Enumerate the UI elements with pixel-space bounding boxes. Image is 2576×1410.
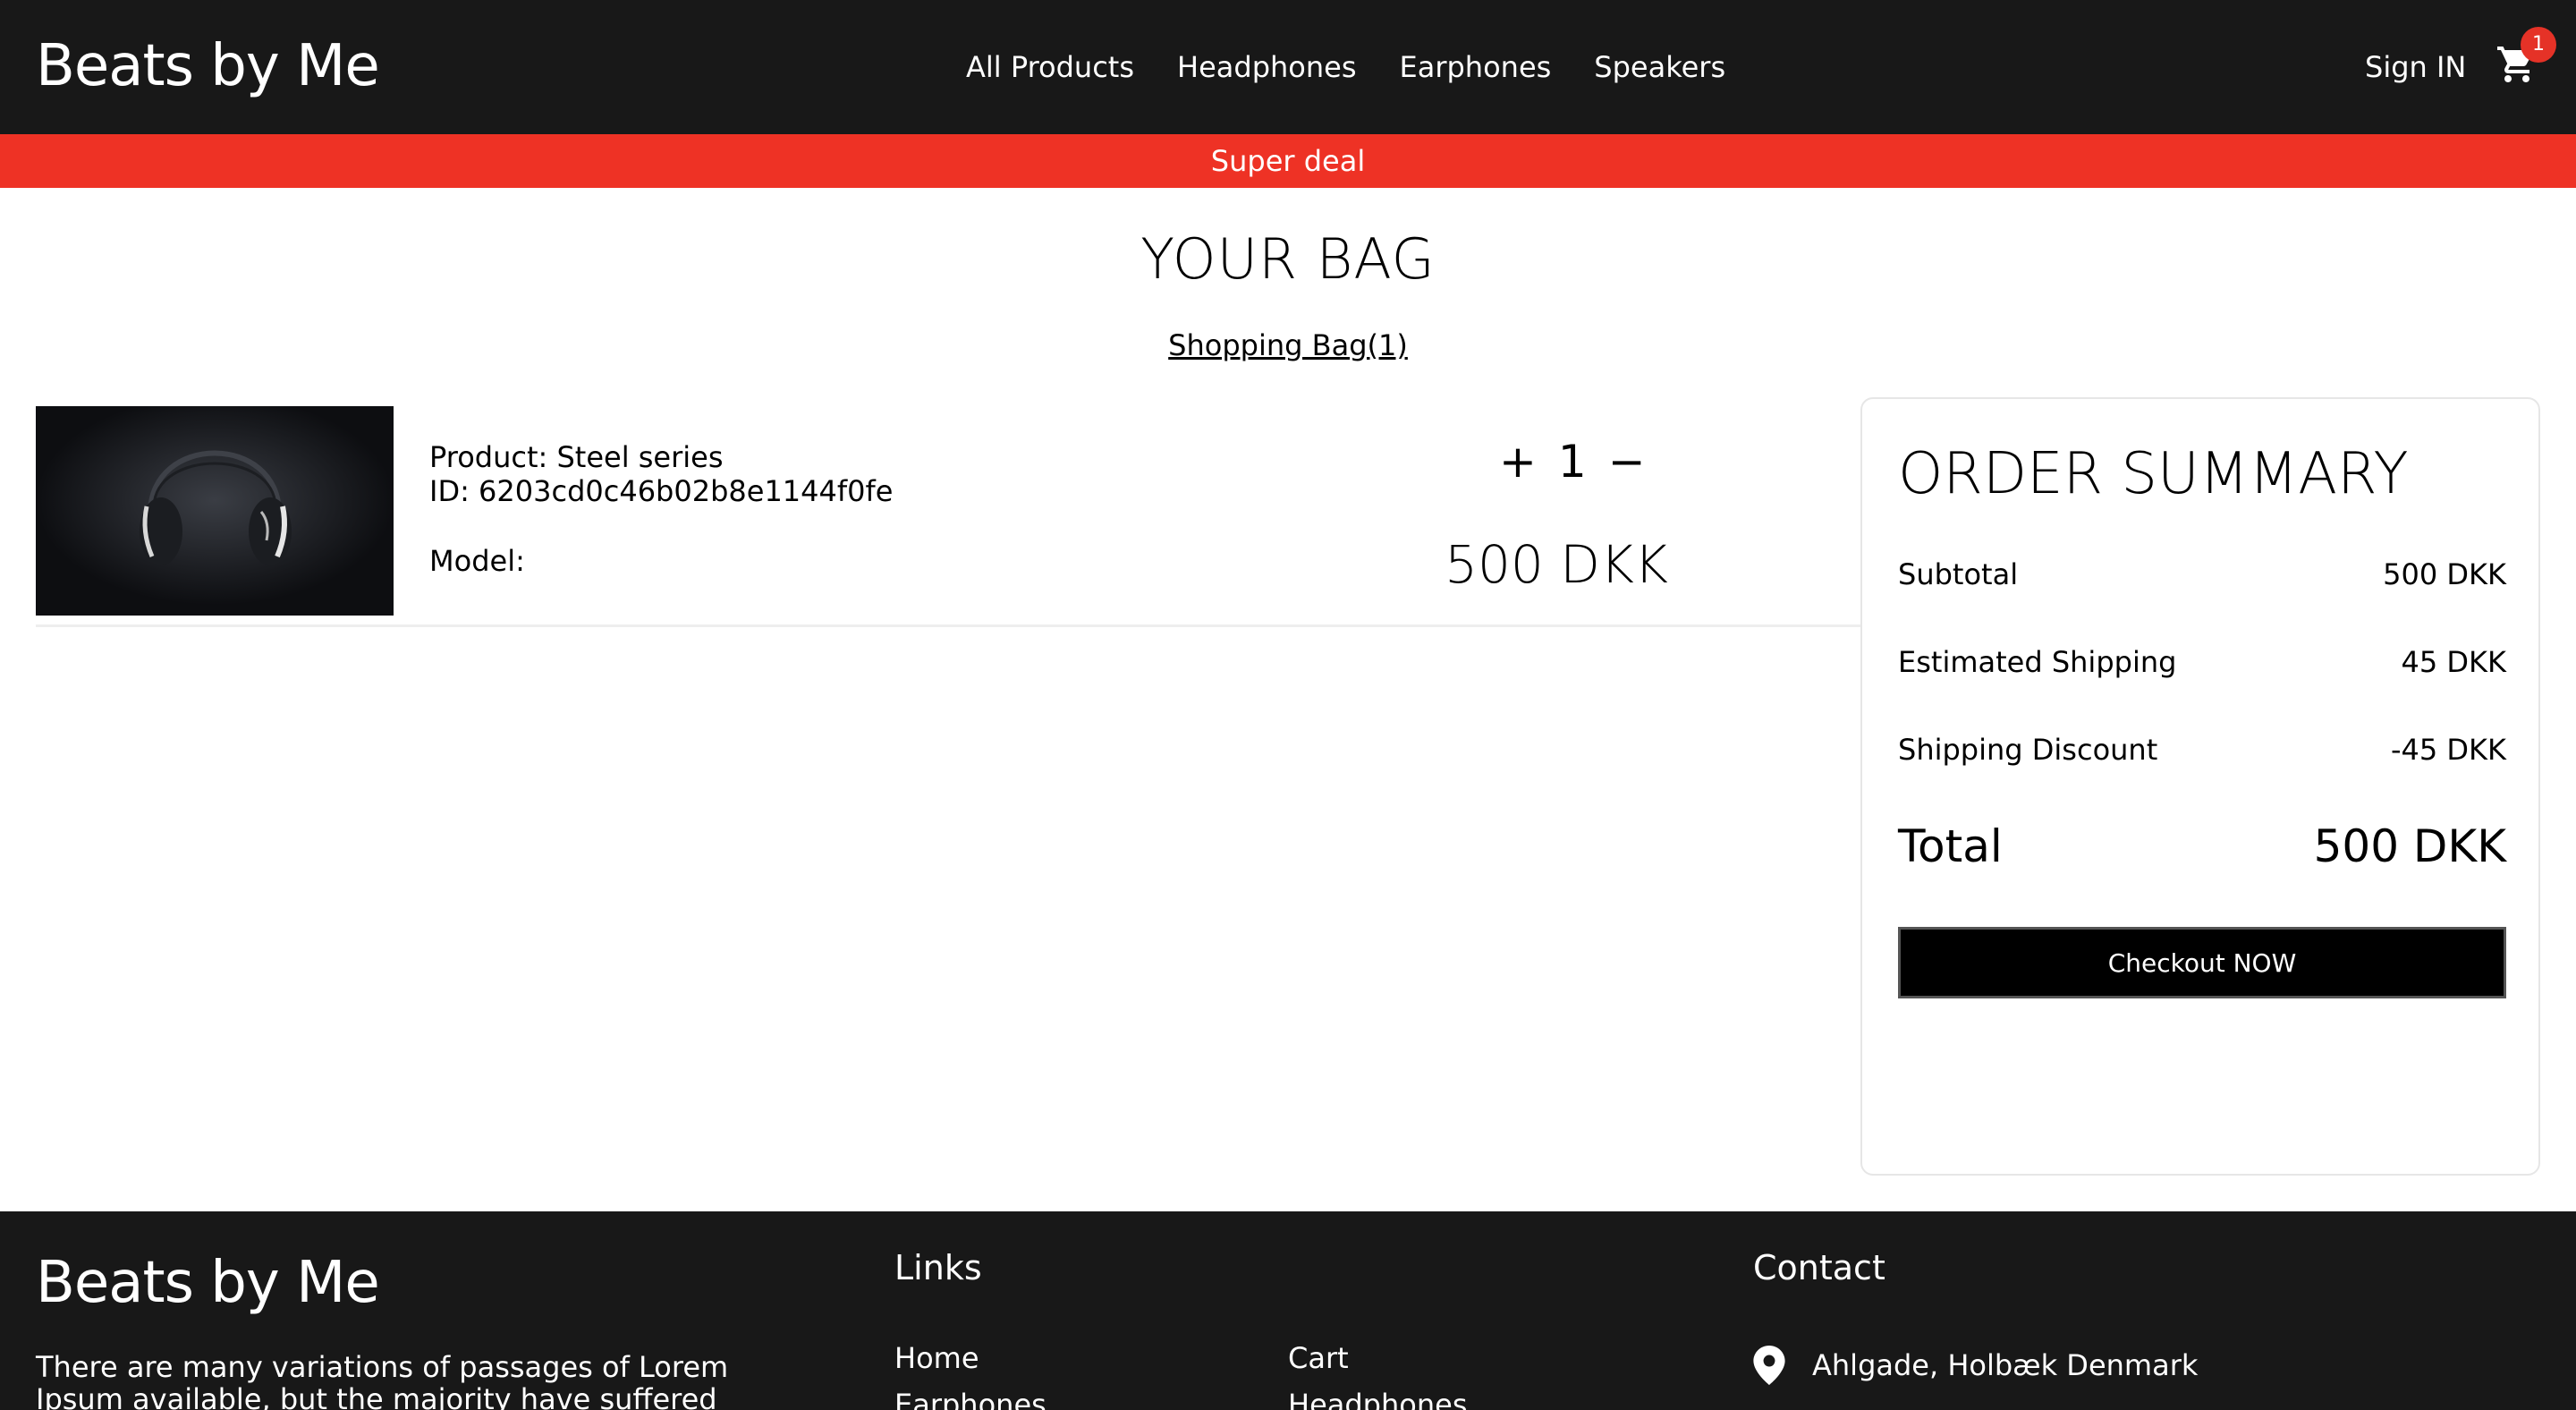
increase-quantity-button[interactable]: + (1499, 435, 1537, 488)
main-nav: All Products Headphones Earphones Speake… (966, 47, 1725, 88)
footer-link-earphones[interactable]: Earphones (894, 1387, 1046, 1410)
checkout-button[interactable]: Checkout NOW (1898, 927, 2506, 998)
subtotal-value: 500 DKK (2383, 557, 2506, 591)
footer-description: There are many variations of passages of… (36, 1350, 729, 1410)
footer-contact-heading: Contact (1753, 1248, 1885, 1287)
shipping-discount-value: -45 DKK (2390, 733, 2506, 767)
shipping-discount-row: Shipping Discount -45 DKK (1898, 732, 2506, 768)
site-header: Beats by Me All Products Headphones Earp… (0, 0, 2576, 134)
footer-links-heading: Links (894, 1248, 982, 1287)
location-pin-icon (1753, 1346, 1785, 1385)
decrease-quantity-button[interactable]: − (1608, 435, 1646, 488)
footer-address: Ahlgade, Holbæk Denmark (1753, 1346, 2198, 1385)
page-title: YOUR BAG (1140, 226, 1436, 292)
site-logo[interactable]: Beats by Me (36, 30, 380, 102)
cart-count-badge: 1 (2521, 27, 2556, 63)
shipping-discount-label: Shipping Discount (1898, 733, 2158, 767)
footer-link-headphones[interactable]: Headphones (1288, 1387, 1467, 1410)
shipping-value: 45 DKK (2401, 645, 2507, 679)
total-label: Total (1898, 820, 2003, 872)
footer-link-home[interactable]: Home (894, 1340, 979, 1376)
nav-headphones[interactable]: Headphones (1177, 47, 1356, 88)
subtotal-row: Subtotal 500 DKK (1898, 556, 2506, 592)
product-image (36, 406, 394, 616)
product-model: Model: (429, 544, 525, 578)
site-footer: Beats by Me There are many variations of… (0, 1211, 2576, 1410)
product-info: Product: Steel series ID: 6203cd0c46b02b… (429, 440, 893, 578)
footer-address-text: Ahlgade, Holbæk Denmark (1812, 1348, 2199, 1382)
product-price: 500 DKK (1445, 534, 1668, 595)
product-id: ID: 6203cd0c46b02b8e1144f0fe (429, 474, 894, 508)
item-divider (36, 624, 1860, 627)
footer-link-cart[interactable]: Cart (1288, 1340, 1349, 1376)
sign-in-link[interactable]: Sign IN (2365, 47, 2466, 88)
nav-speakers[interactable]: Speakers (1594, 47, 1725, 88)
footer-logo: Beats by Me (36, 1250, 380, 1316)
subtotal-label: Subtotal (1898, 557, 2019, 591)
quantity-value: 1 (1557, 436, 1587, 488)
shipping-label: Estimated Shipping (1898, 645, 2177, 679)
shipping-row: Estimated Shipping 45 DKK (1898, 644, 2506, 680)
nav-all-products[interactable]: All Products (966, 47, 1134, 88)
nav-earphones[interactable]: Earphones (1400, 47, 1552, 88)
quantity-stepper: + 1 − (1499, 435, 1646, 488)
total-value: 500 DKK (2313, 820, 2506, 872)
order-summary-title: ORDER SUMMARY (1898, 441, 2409, 507)
shopping-bag-tab[interactable]: Shopping Bag(1) (0, 327, 2576, 363)
promo-banner: Super deal (0, 134, 2576, 188)
headphones-image (36, 406, 394, 616)
product-name: Product: Steel series (429, 440, 724, 474)
total-row: Total 500 DKK (1898, 820, 2506, 873)
order-summary: ORDER SUMMARY Subtotal 500 DKK Estimated… (1860, 397, 2540, 1176)
